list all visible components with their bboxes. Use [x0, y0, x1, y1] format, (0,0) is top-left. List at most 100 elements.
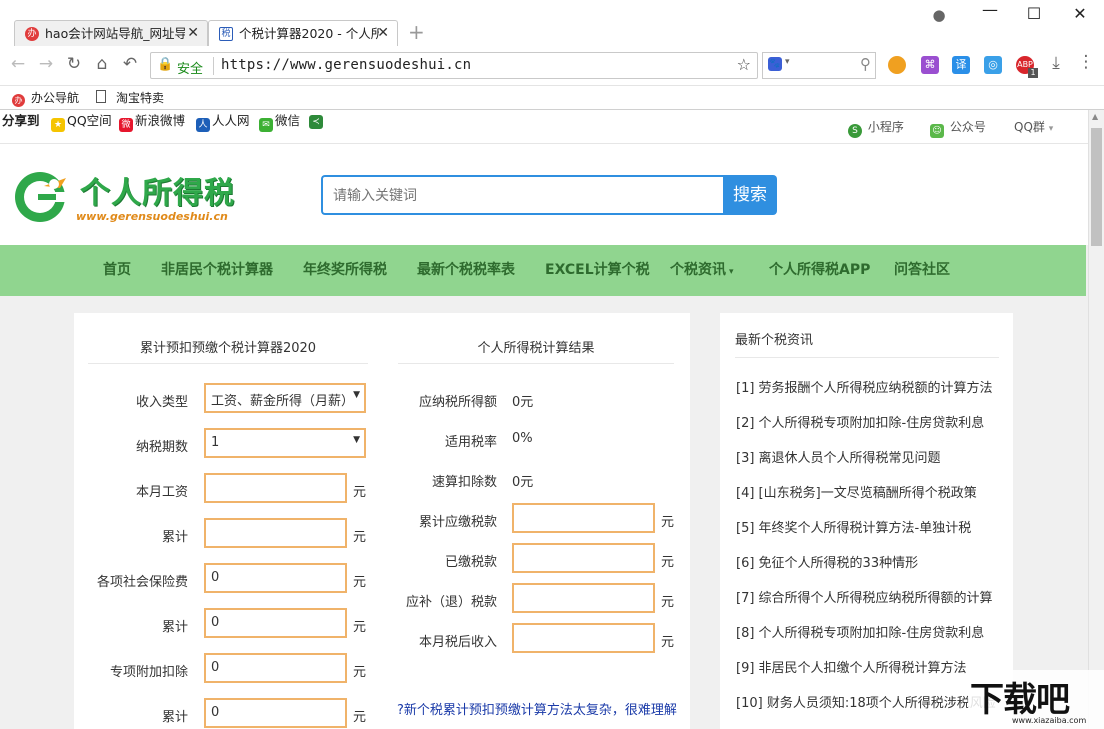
share-bar: 分享到 ★ QQ空间 微新浪微博 人人人网 ✉ 微信 ≺ S 小程序 ☺ 公众号 Q…	[0, 110, 1088, 144]
bookmark-office-nav[interactable]: 办办公导航	[12, 89, 79, 107]
tax-rate-label: 适用税率	[444, 435, 497, 450]
search-icon[interactable]: ⚲	[860, 55, 871, 73]
nav-tax-rate-table[interactable]: 最新个税税率表	[417, 245, 515, 296]
news-item[interactable]: [1] 劳务报酬个人所得税应纳税额的计算方法	[736, 377, 998, 396]
extension-color-icon[interactable]	[888, 56, 906, 74]
close-window-button[interactable]: ✕	[1070, 4, 1090, 23]
qq-group-link[interactable]: QQ群 ▾	[1014, 118, 1053, 135]
screenshot-icon[interactable]: ◎	[984, 56, 1002, 74]
browser-titlebar: 办 hao会计网站导航_网址导航 ✕ 税 个税计算器2020 - 个人所得税计算…	[0, 0, 1104, 46]
after-tax-income-output	[512, 623, 655, 653]
page-scrollbar[interactable]: ▲	[1088, 110, 1104, 729]
news-item[interactable]: [4] [山东税务]一文尽览稿酬所得个税政策	[736, 482, 998, 501]
lock-icon: 🔒	[157, 57, 174, 72]
unit-label: 元	[353, 665, 367, 680]
share-renren[interactable]: 人人人网	[196, 110, 250, 132]
salary-cumulative-input[interactable]	[204, 518, 347, 548]
close-tab-icon[interactable]: ✕	[377, 21, 389, 46]
watermark-domain: www.xiazaiba.com	[1012, 716, 1087, 725]
nav-tax-news[interactable]: 个税资讯 ▾	[670, 245, 734, 298]
web-page: 分享到 ★ QQ空间 微新浪微博 人人人网 ✉ 微信 ≺ S 小程序 ☺ 公众号 Q…	[0, 110, 1088, 729]
insurance-cumulative-input[interactable]: 0	[204, 608, 347, 638]
share-wechat[interactable]: ✉ 微信	[259, 110, 300, 132]
news-item[interactable]: [7] 综合所得个人所得税应纳税所得额的计算	[736, 587, 998, 606]
tab-tax-calculator[interactable]: 税 个税计算器2020 - 个人所得税计算器 ✕	[208, 20, 398, 46]
salary-input[interactable]	[204, 473, 347, 503]
new-tab-button[interactable]: +	[408, 20, 425, 44]
share-qzone[interactable]: ★ QQ空间	[51, 110, 112, 132]
special-cumulative-label: 累计	[161, 710, 188, 725]
home-icon[interactable]: ⌂	[92, 54, 112, 74]
news-panel: 最新个税资讯 [1] 劳务报酬个人所得税应纳税额的计算方法 [2] 个人所得税专…	[720, 313, 1013, 729]
news-item[interactable]: [2] 个人所得税专项附加扣除-住房贷款利息	[736, 412, 998, 431]
official-account-label: 公众号	[949, 120, 986, 134]
site-search-input[interactable]	[321, 175, 724, 215]
periods-select[interactable]: 1 ▼	[204, 428, 366, 458]
mini-program-label: 小程序	[867, 120, 904, 134]
download-icon[interactable]: ⤓	[1046, 53, 1066, 73]
divider	[398, 363, 674, 364]
share-weibo[interactable]: 微新浪微博	[119, 110, 185, 132]
nav-tax-app[interactable]: 个人所得税APP	[769, 245, 870, 296]
news-item[interactable]: [9] 非居民个人扣缴个人所得税计算方法	[736, 657, 998, 676]
news-item[interactable]: [5] 年终奖个人所得税计算方法-单独计税	[736, 517, 998, 536]
minimize-button[interactable]: —	[980, 0, 1000, 19]
undo-icon[interactable]: ↶	[120, 54, 140, 74]
browser-search-box[interactable]: 🐾 ▾ ⚲	[762, 52, 876, 79]
maximize-button[interactable]: ☐	[1024, 4, 1044, 23]
logo-title: 个人所得税	[80, 176, 235, 211]
nav-home[interactable]: 首页	[103, 245, 131, 296]
share-item-label: 微信	[275, 113, 301, 128]
site-logo[interactable]: 个人所得税 www.gerensuodeshui.cn	[14, 166, 264, 228]
special-cumulative-input[interactable]: 0	[204, 698, 347, 728]
help-link[interactable]: ?新个税累计预扣预缴计算方法太复杂，很难理解	[397, 703, 679, 718]
refund-tax-output	[512, 583, 655, 613]
income-type-select[interactable]: 工资、薪金所得（月薪） ▼	[204, 383, 366, 413]
news-item[interactable]: [3] 离退休人员个人所得税常见问题	[736, 447, 998, 466]
bookmark-taobao[interactable]: 淘宝特卖	[96, 89, 164, 106]
tab-hao-navigation[interactable]: 办 hao会计网站导航_网址导航 ✕	[14, 20, 208, 46]
nav-year-end-bonus[interactable]: 年终奖所得税	[303, 245, 387, 296]
translate-icon[interactable]: 译	[952, 56, 970, 74]
office-icon: 办	[12, 94, 25, 107]
news-item[interactable]: [6] 免征个人所得税的33种情形	[736, 552, 998, 571]
extension-purple-icon[interactable]: ⌘	[921, 56, 939, 74]
site-search-button[interactable]: 搜索	[723, 175, 777, 215]
address-bar[interactable]: 🔒 安全 https://www.gerensuodeshui.cn ☆	[150, 52, 758, 79]
insurance-input[interactable]: 0	[204, 563, 347, 593]
nav-nonresident-calculator[interactable]: 非居民个税计算器	[161, 245, 273, 296]
unit-label: 元	[353, 575, 367, 590]
bookmarks-bar: 办办公导航 淘宝特卖	[0, 86, 1104, 110]
divider	[88, 363, 368, 364]
quick-deduction-label: 速算扣除数	[431, 475, 497, 490]
mini-program-icon: S	[848, 124, 862, 138]
weibo-icon: 微	[119, 118, 133, 132]
tab-title: hao会计网站导航_网址导航	[45, 26, 185, 41]
official-account-link[interactable]: ☺ 公众号	[930, 118, 986, 138]
unit-label: 元	[353, 485, 367, 500]
bookmark-star-icon[interactable]: ☆	[737, 55, 751, 74]
divider	[735, 357, 999, 358]
menu-icon[interactable]: ⋮	[1076, 52, 1096, 72]
after-tax-income-label: 本月税后收入	[418, 635, 497, 650]
news-item[interactable]: [8] 个人所得税专项附加扣除-住房贷款利息	[736, 622, 998, 641]
scrollbar-thumb[interactable]	[1091, 128, 1102, 246]
nav-excel-calculation[interactable]: EXCEL计算个税	[545, 245, 650, 296]
profile-icon[interactable]: ●	[929, 6, 949, 24]
nav-qa-community[interactable]: 问答社区	[894, 245, 950, 296]
dropdown-arrow-icon: ▼	[353, 390, 360, 400]
mini-program-link[interactable]: S 小程序	[848, 118, 904, 138]
share-more[interactable]: ≺	[309, 110, 325, 129]
special-deduction-input[interactable]: 0	[204, 653, 347, 683]
news-item[interactable]: [10] 财务人员须知:18项个人所得税涉税风险	[736, 692, 998, 711]
close-tab-icon[interactable]: ✕	[187, 21, 199, 46]
reload-icon[interactable]: ↻	[64, 54, 84, 74]
unit-label: 元	[353, 710, 367, 725]
paid-tax-label: 已缴税款	[444, 555, 497, 570]
nav-label: 个税资讯	[670, 262, 726, 278]
wechat-icon: ✉	[259, 118, 273, 132]
scroll-up-icon[interactable]: ▲	[1092, 112, 1098, 121]
share-item-label: QQ空间	[67, 113, 112, 128]
forward-icon[interactable]: →	[36, 54, 56, 74]
back-icon[interactable]: ←	[8, 54, 28, 74]
